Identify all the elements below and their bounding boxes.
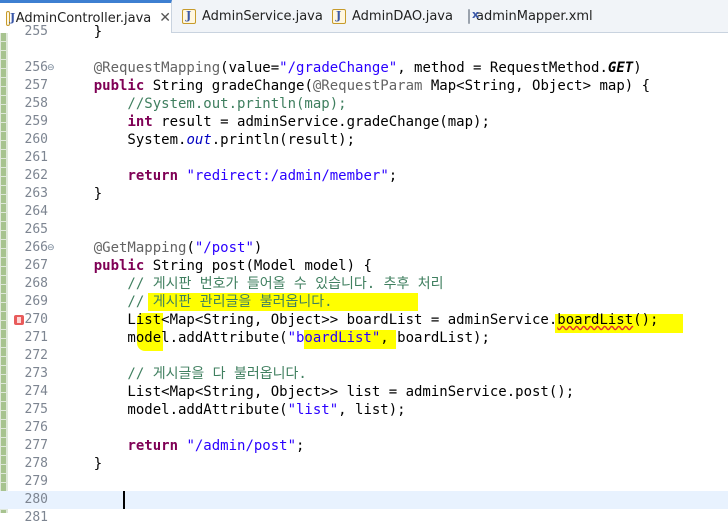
code-text: public String post(Model model) {	[93, 258, 372, 274]
code-line: 273 // 게시글을 다 불러옵니다.	[0, 365, 728, 383]
code-line: 259 int result = adminService.gradeChang…	[0, 113, 728, 131]
line-number: 280	[24, 492, 48, 507]
code-line: 266 ⊖ @GetMapping("/post")	[0, 239, 728, 257]
line-number: 270	[24, 312, 48, 327]
code-text: // 게시글을 다 불러옵니다.	[60, 366, 307, 382]
tab-label: adminMapper.xml	[476, 9, 593, 24]
code-line: 279	[0, 473, 728, 491]
java-file-icon	[332, 9, 346, 24]
code-line: 274 List<Map<String, Object>> list = adm…	[0, 383, 728, 401]
code-line: 267 public String post(Model model) {	[0, 257, 728, 275]
line-number: 267	[24, 258, 48, 273]
code-line: 272	[0, 347, 728, 365]
line-number: 259	[24, 114, 48, 129]
code-text: List<Map<String, Object>> list = adminSe…	[60, 384, 575, 400]
code-text: // 게시판 관리글을 불러옵니다.	[60, 294, 333, 310]
code-text: public String gradeChange(@RequestParam …	[93, 78, 651, 94]
line-number: 263	[24, 186, 48, 201]
code-line: 256 ⊖ @RequestMapping(value="/gradeChang…	[0, 59, 728, 77]
xml-file-icon	[468, 8, 479, 24]
line-number: 264	[24, 204, 48, 219]
line-number: 279	[24, 474, 48, 489]
line-number: 266	[24, 240, 48, 255]
code-text: @GetMapping("/post")	[93, 240, 263, 256]
fold-collapse-icon[interactable]: ⊖	[47, 61, 55, 75]
line-number: 256	[24, 60, 48, 75]
code-line: 258 //System.out.println(map);	[0, 95, 728, 113]
current-line[interactable]: 280	[0, 491, 728, 509]
code-line: 255 }	[0, 23, 728, 41]
text-cursor	[123, 491, 125, 509]
code-text: // 게시판 번호가 들어올 수 있습니다. 추후 처리	[60, 276, 444, 292]
line-number: 258	[24, 96, 48, 111]
code-text: return "redirect:/admin/member";	[127, 168, 398, 184]
code-line: 265	[0, 221, 728, 239]
code-text: return "/admin/post";	[127, 438, 305, 454]
line-number: 257	[24, 78, 48, 93]
line-number: 281	[24, 510, 48, 525]
code-line: 269 // 게시판 관리글을 불러옵니다.	[0, 293, 728, 311]
code-line: 278 }	[0, 455, 728, 473]
tab-label: AdminDAO.java	[352, 9, 453, 24]
code-line: 275 model.addAttribute("list", list);	[0, 401, 728, 419]
code-line: 268 // 게시판 번호가 들어올 수 있습니다. 추후 처리	[0, 275, 728, 293]
line-number: 278	[24, 456, 48, 471]
code-line: 271 model.addAttribute("boardList", boar…	[0, 329, 728, 347]
code-line: 276	[0, 419, 728, 437]
code-line: 261	[0, 149, 728, 167]
line-number: 275	[24, 402, 48, 417]
line-number: 274	[24, 384, 48, 399]
code-line: 281	[0, 509, 728, 527]
code-text: }	[60, 186, 103, 202]
code-text: }	[60, 456, 103, 472]
line-number: 271	[24, 330, 48, 345]
line-number: 269	[24, 294, 48, 309]
line-number: 268	[24, 276, 48, 291]
line-number: 261	[24, 150, 48, 165]
code-editor[interactable]: 255 } 256 ⊖ @RequestMapping(value="/grad…	[0, 24, 728, 525]
code-text: System.out.println(result);	[60, 132, 356, 148]
tab-label: AdminService.java	[202, 9, 323, 24]
code-text: List<Map<String, Object>> boardList = ad…	[60, 312, 659, 328]
line-number: 276	[24, 420, 48, 435]
line-number: 277	[24, 438, 48, 453]
code-text: model.addAttribute("list", list);	[60, 402, 406, 418]
code-text: }	[60, 24, 103, 40]
code-text: model.addAttribute("boardList", boardLis…	[60, 330, 490, 346]
line-number: 262	[24, 168, 48, 183]
line-number: 255	[24, 24, 48, 39]
code-line: 263 }	[0, 185, 728, 203]
code-line: 270 List<Map<String, Object>> boardList …	[0, 311, 728, 329]
code-line: 257 public String gradeChange(@RequestPa…	[0, 77, 728, 95]
code-line: 264	[0, 203, 728, 221]
line-number: 265	[24, 222, 48, 237]
code-text: int result = adminService.gradeChange(ma…	[127, 114, 490, 130]
line-number: 272	[24, 348, 48, 363]
code-text: //System.out.println(map);	[60, 96, 347, 112]
code-line: 262 return "redirect:/admin/member";	[0, 167, 728, 185]
line-number: 260	[24, 132, 48, 147]
code-line: 277 return "/admin/post";	[0, 437, 728, 455]
java-file-icon	[182, 9, 196, 24]
code-text: @RequestMapping(value="/gradeChange", me…	[93, 60, 642, 76]
line-number: 273	[24, 366, 48, 381]
code-line: 260 System.out.println(result);	[0, 131, 728, 149]
fold-collapse-icon[interactable]: ⊖	[47, 241, 55, 255]
